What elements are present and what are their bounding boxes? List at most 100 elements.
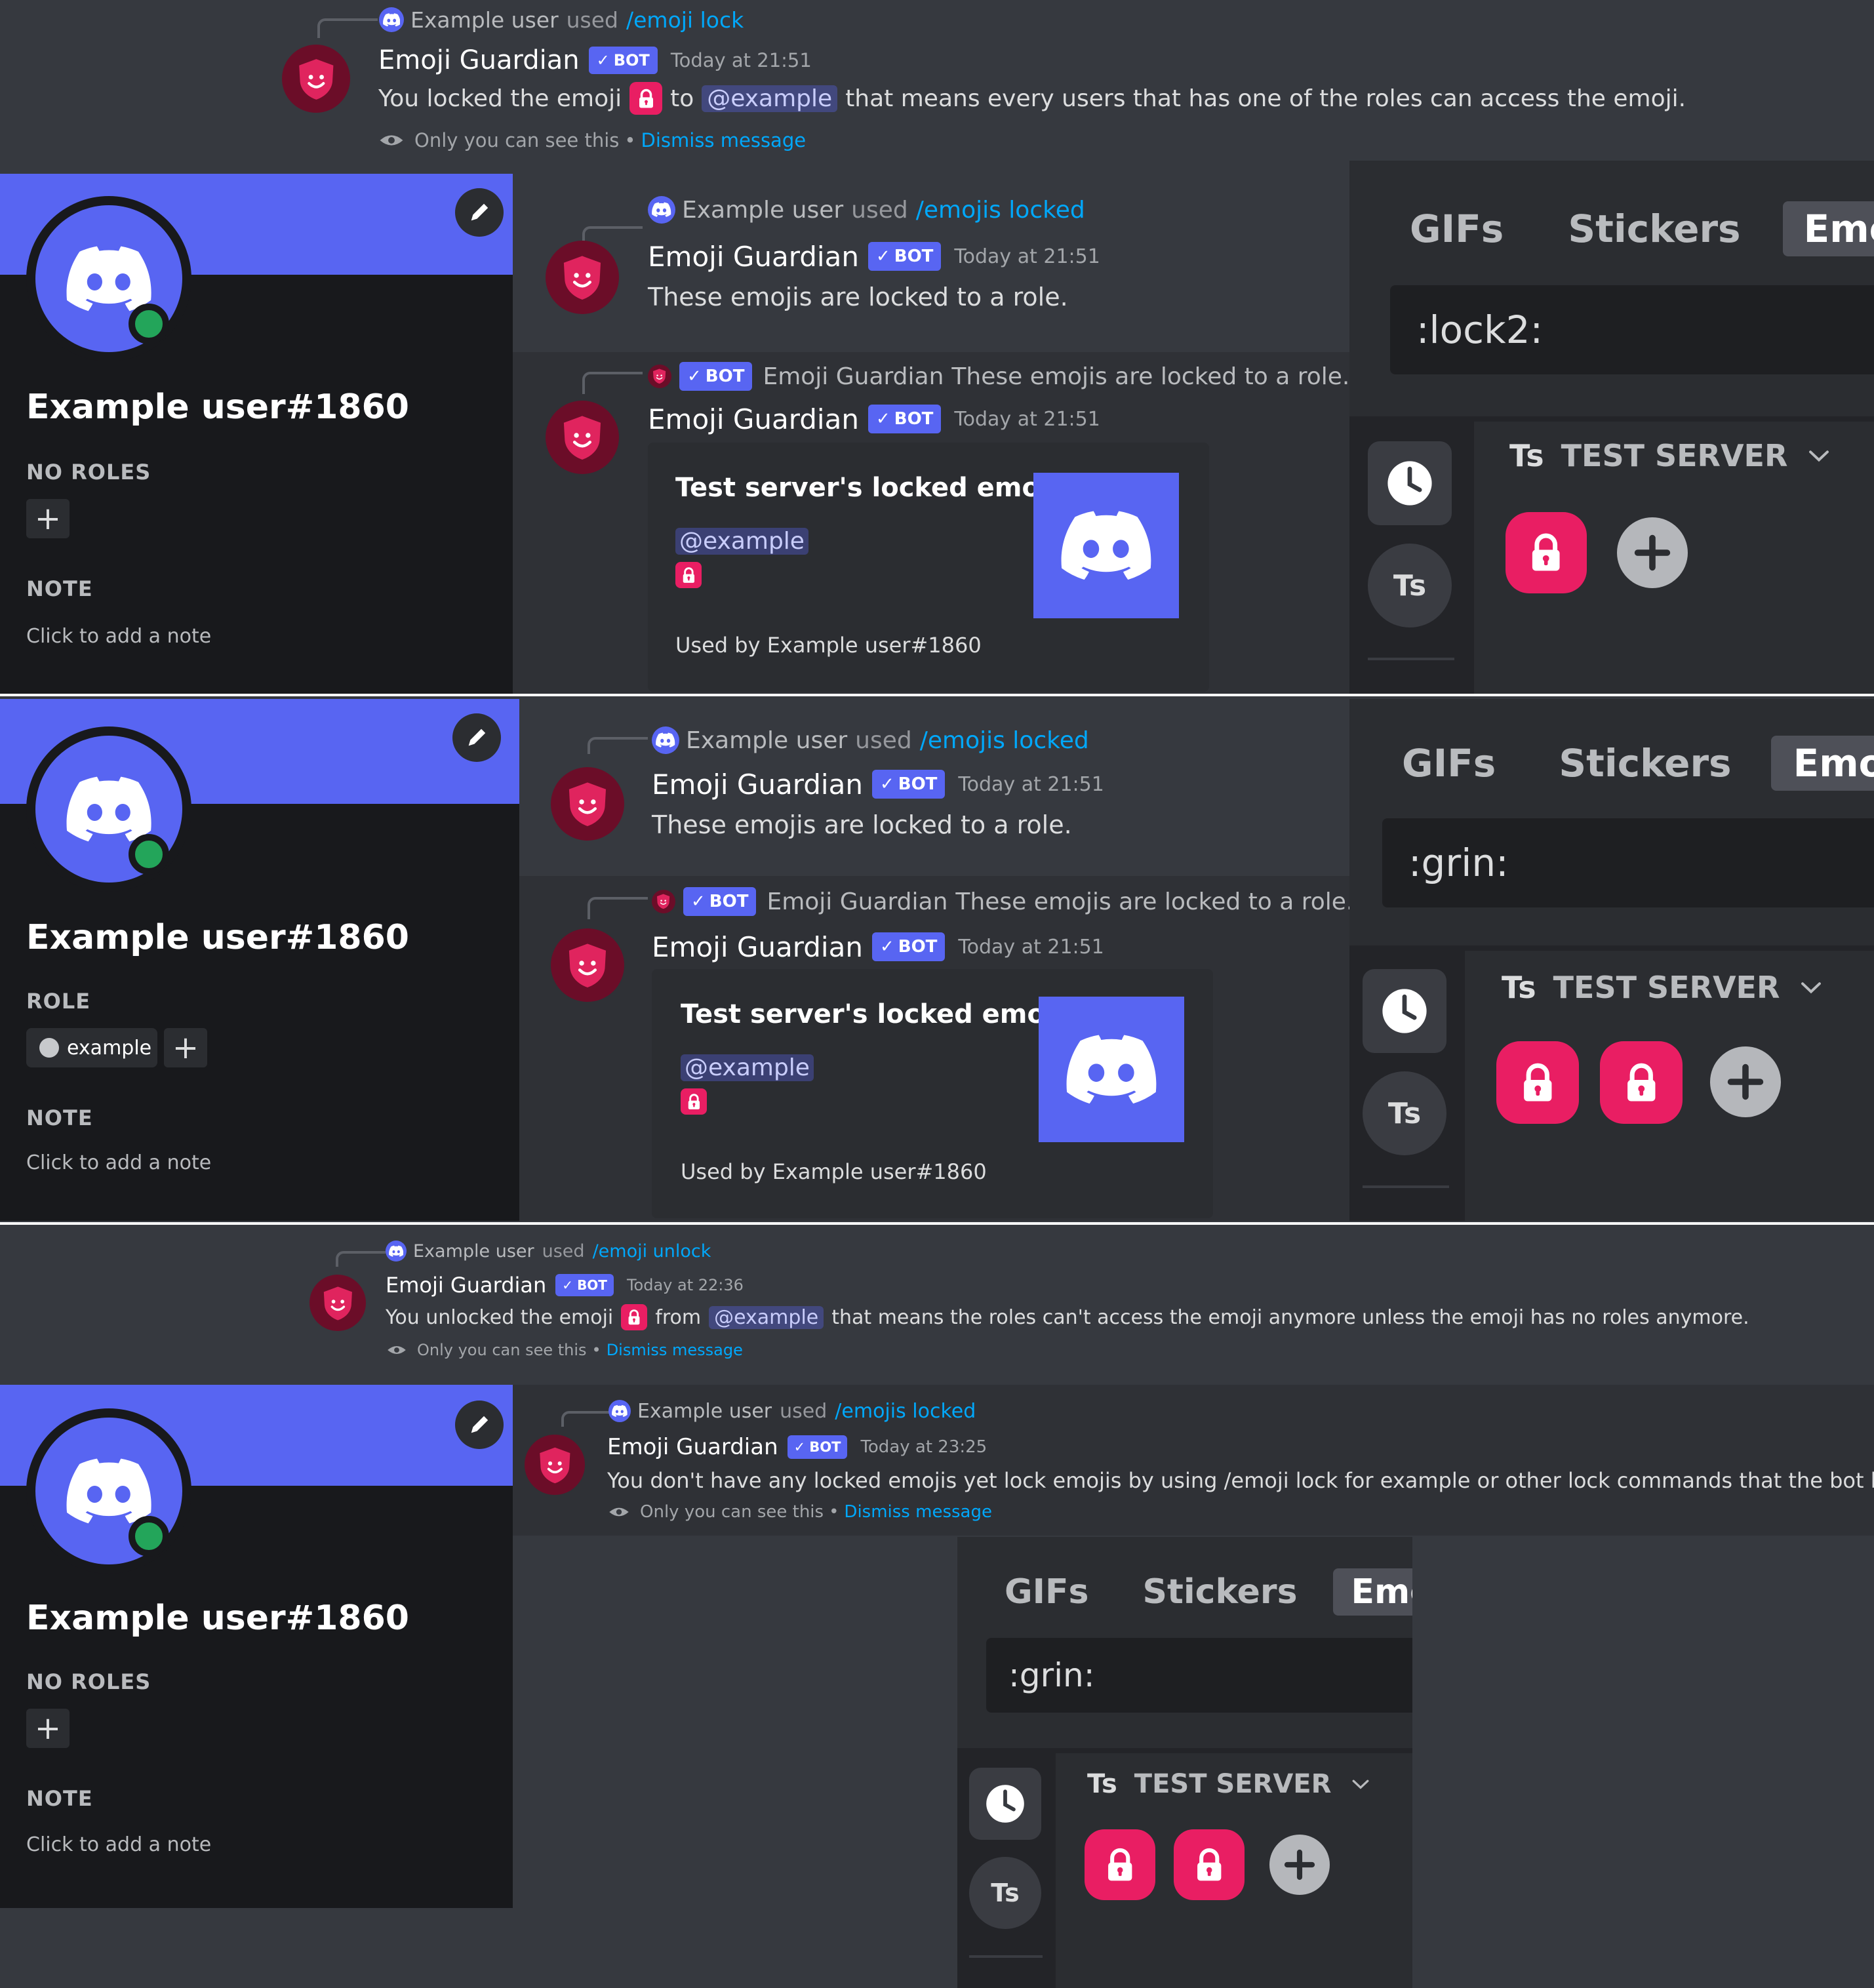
separator-dot: • <box>829 1502 839 1522</box>
bot-name[interactable]: Emoji Guardian <box>648 403 859 435</box>
command-link[interactable]: /emoji unlock <box>593 1241 711 1262</box>
bot-badge: ✓ BOT <box>867 405 942 433</box>
locked-emoji[interactable] <box>1174 1829 1245 1900</box>
bot-name[interactable]: Emoji Guardian <box>607 1434 778 1460</box>
server-icon-button[interactable]: Ts <box>1368 544 1452 627</box>
bot-name[interactable]: Emoji Guardian <box>648 241 859 273</box>
bot-avatar[interactable] <box>525 1435 585 1495</box>
command-user-icon <box>652 726 679 754</box>
role-mention[interactable]: @example <box>702 85 838 112</box>
add-emoji-button[interactable] <box>1617 517 1688 588</box>
replied-message-preview[interactable]: These emojis are locked to a role. <box>951 363 1349 390</box>
server-category-header[interactable]: Ts TEST SERVER <box>1087 1768 1370 1800</box>
tab-stickers[interactable]: Stickers <box>1143 1572 1298 1612</box>
server-category-header[interactable]: Ts TEST SERVER <box>1509 436 1831 475</box>
tab-gifs[interactable]: GIFs <box>1005 1572 1089 1612</box>
tab-emoji[interactable]: Emoji <box>1770 736 1874 791</box>
command-user-name[interactable]: Example user <box>410 7 559 33</box>
message-no-locked-emojis: Example user used /emojis locked Emoji G… <box>513 1385 1874 1536</box>
message-text: You don't have any locked emojis yet loc… <box>607 1468 1874 1493</box>
recent-emojis-button[interactable] <box>1363 969 1446 1053</box>
command-user-name[interactable]: Example user <box>686 727 847 754</box>
bot-name[interactable]: Emoji Guardian <box>652 768 863 801</box>
locked-emoji[interactable] <box>1505 512 1587 593</box>
embed-title: Test server's locked emojis <box>681 999 1079 1029</box>
role-mention[interactable]: @example <box>675 528 808 555</box>
bot-avatar[interactable] <box>282 45 350 113</box>
dismiss-message-link[interactable]: Dismiss message <box>844 1502 992 1522</box>
emoji-search-input[interactable]: :grin: <box>1382 818 1874 907</box>
server-icon-button[interactable]: Ts <box>1363 1071 1446 1155</box>
tab-gifs[interactable]: GIFs <box>1402 741 1496 785</box>
recent-emojis-button[interactable] <box>969 1768 1041 1840</box>
command-link[interactable]: /emojis locked <box>916 197 1085 224</box>
bot-badge: ✓ BOT <box>683 887 757 916</box>
profile-avatar[interactable] <box>26 726 191 892</box>
lock-emoji[interactable] <box>629 82 663 115</box>
tab-emoji[interactable]: Emoji <box>1782 201 1874 256</box>
command-link[interactable]: /emoji lock <box>626 7 744 33</box>
bot-avatar[interactable] <box>546 401 619 474</box>
ephemeral-note: Only you can see this <box>417 1341 587 1359</box>
lock-emoji[interactable] <box>681 1088 707 1115</box>
profile-avatar[interactable] <box>26 196 191 361</box>
emoji-search-input[interactable]: :lock2: <box>1390 285 1874 374</box>
locked-emoji[interactable] <box>1496 1041 1579 1124</box>
tab-stickers[interactable]: Stickers <box>1568 207 1740 251</box>
server-abbr: Ts <box>1509 438 1544 473</box>
locked-emoji[interactable] <box>1085 1829 1155 1900</box>
embed-thumbnail[interactable] <box>1039 997 1184 1142</box>
edit-profile-button[interactable] <box>455 188 504 237</box>
bot-name[interactable]: Emoji Guardian <box>652 931 863 963</box>
dismiss-message-link[interactable]: Dismiss message <box>607 1341 743 1359</box>
bot-avatar[interactable] <box>551 928 624 1002</box>
profile-username: Example user#1860 <box>26 388 409 427</box>
server-category-header[interactable]: Ts TEST SERVER <box>1502 968 1823 1007</box>
edit-profile-button[interactable] <box>455 1401 504 1449</box>
add-emoji-button[interactable] <box>1710 1046 1781 1117</box>
server-icon-button[interactable]: Ts <box>969 1857 1041 1929</box>
lock-emoji[interactable] <box>675 562 702 588</box>
note-input[interactable]: Click to add a note <box>26 625 211 648</box>
add-emoji-button[interactable] <box>1269 1835 1330 1895</box>
add-role-button[interactable]: + <box>164 1028 207 1067</box>
command-user-name[interactable]: Example user <box>637 1400 772 1423</box>
server-abbr: Ts <box>1087 1769 1117 1799</box>
command-user-name[interactable]: Example user <box>682 197 843 224</box>
command-user-name[interactable]: Example user <box>413 1241 534 1262</box>
command-link[interactable]: /emojis locked <box>920 727 1089 754</box>
replied-bot-name[interactable]: Emoji Guardian <box>763 363 944 390</box>
add-role-button[interactable]: + <box>26 1709 70 1748</box>
tab-emoji[interactable]: Emoji <box>1332 1568 1412 1616</box>
role-mention[interactable]: @example <box>709 1305 824 1329</box>
edit-profile-button[interactable] <box>452 713 501 762</box>
recent-emojis-button[interactable] <box>1368 441 1452 525</box>
dismiss-message-link[interactable]: Dismiss message <box>641 129 807 151</box>
bot-name[interactable]: Emoji Guardian <box>378 45 580 75</box>
note-input[interactable]: Click to add a note <box>26 1833 211 1856</box>
role-pill[interactable]: example <box>26 1028 157 1067</box>
role-mention[interactable]: @example <box>681 1054 814 1081</box>
embed-thumbnail[interactable] <box>1033 473 1179 618</box>
replied-message-preview[interactable]: These emojis are locked to a role. <box>955 888 1353 915</box>
lock-emoji[interactable] <box>621 1304 648 1330</box>
bot-name[interactable]: Emoji Guardian <box>386 1273 546 1298</box>
command-link[interactable]: /emojis locked <box>835 1400 976 1423</box>
tab-gifs[interactable]: GIFs <box>1410 207 1504 251</box>
profile-username: Example user#1860 <box>26 918 409 957</box>
profile-avatar[interactable] <box>26 1408 191 1574</box>
bot-avatar[interactable] <box>546 241 619 314</box>
bot-badge: ✓ BOT <box>871 770 946 799</box>
bot-avatar[interactable] <box>551 767 624 841</box>
roles-label: ROLE <box>26 989 91 1014</box>
add-role-button[interactable]: + <box>26 499 70 538</box>
replied-bot-name[interactable]: Emoji Guardian <box>767 888 947 915</box>
tab-stickers[interactable]: Stickers <box>1559 741 1731 785</box>
ephemeral-note: Only you can see this <box>414 129 620 151</box>
emoji-search-input[interactable]: :grin: <box>986 1638 1412 1713</box>
command-user-icon <box>386 1241 407 1262</box>
note-input[interactable]: Click to add a note <box>26 1151 211 1174</box>
locked-emoji[interactable] <box>1600 1041 1683 1124</box>
message-timestamp: Today at 22:36 <box>626 1276 744 1294</box>
bot-avatar[interactable] <box>309 1275 366 1331</box>
